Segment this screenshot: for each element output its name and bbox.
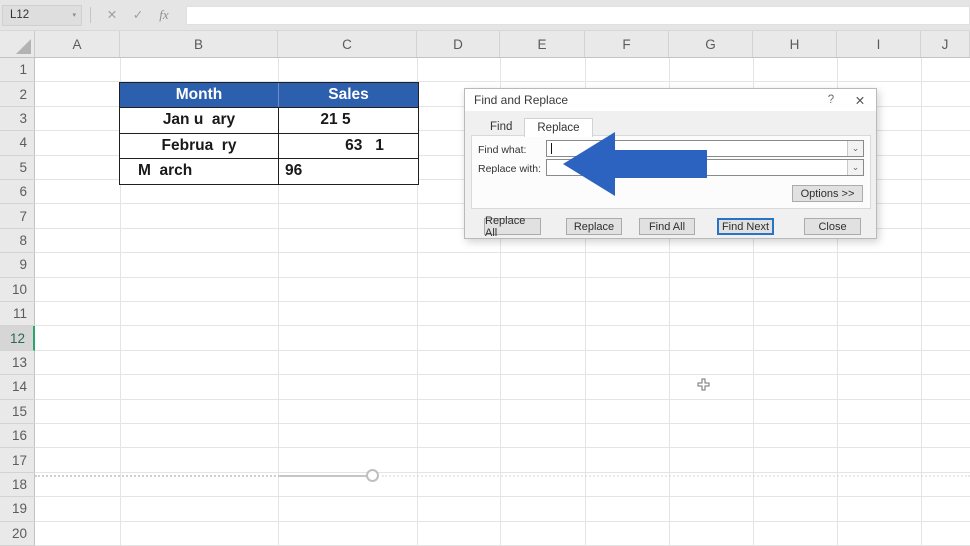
dialog-titlebar[interactable]: Find and Replace ? ✕ (465, 89, 876, 111)
formula-bar-divider (90, 7, 91, 23)
row-header-11[interactable]: 11 (0, 302, 35, 326)
gridline-horizontal (35, 252, 970, 253)
column-header-f[interactable]: F (585, 31, 669, 57)
row-header-18[interactable]: 18 (0, 473, 35, 497)
data-table: MonthSalesJan u ary21 5Februa ry63 1M ar… (119, 82, 419, 185)
gridline-horizontal (35, 521, 970, 522)
gridline-horizontal (35, 447, 970, 448)
formula-bar-row: L12 ▾ ✕ ✓ fx (0, 0, 970, 30)
row-header-8[interactable]: 8 (0, 229, 35, 253)
dialog-buttons-row: Replace All Replace Find All Find Next Close (465, 218, 876, 235)
replace-all-button[interactable]: Replace All (484, 218, 541, 235)
table-header-month[interactable]: Month (120, 83, 278, 107)
row-header-15[interactable]: 15 (0, 400, 35, 424)
tab-find[interactable]: Find (478, 118, 524, 136)
help-button[interactable]: ? (818, 94, 844, 106)
video-progress-remaining (382, 475, 970, 477)
row-header-16[interactable]: 16 (0, 424, 35, 448)
find-what-dropdown-icon[interactable]: ⌄ (847, 141, 863, 156)
text-caret (551, 143, 552, 154)
video-progress-played (35, 475, 280, 477)
table-row: Jan u ary21 5 (120, 107, 418, 132)
gridline-horizontal (35, 472, 970, 473)
gridline-horizontal (35, 301, 970, 302)
close-button[interactable]: Close (804, 218, 861, 235)
dialog-title: Find and Replace (474, 93, 568, 107)
row-header-2[interactable]: 2 (0, 82, 35, 106)
table-header-row: MonthSales (120, 83, 418, 107)
column-header-d[interactable]: D (417, 31, 500, 57)
column-header-a[interactable]: A (35, 31, 120, 57)
column-header-i[interactable]: I (837, 31, 921, 57)
enter-icon[interactable]: ✓ (125, 0, 151, 30)
annotation-arrow (553, 126, 713, 202)
row-header-12[interactable]: 12 (0, 326, 35, 350)
video-progress-handle[interactable] (366, 469, 379, 482)
column-header-e[interactable]: E (500, 31, 585, 57)
column-header-h[interactable]: H (753, 31, 837, 57)
column-headers: ABCDEFGHIJ (0, 30, 970, 58)
table-row: M arch96 (120, 158, 418, 183)
row-header-13[interactable]: 13 (0, 351, 35, 375)
row-header-5[interactable]: 5 (0, 156, 35, 180)
video-progress-buffered (280, 475, 367, 477)
replace-with-label: Replace with: (478, 163, 541, 175)
column-header-j[interactable]: J (921, 31, 970, 57)
gridline-horizontal (35, 496, 970, 497)
table-cell[interactable]: 21 5 (278, 108, 418, 132)
gridline-horizontal (35, 399, 970, 400)
table-cell[interactable]: M arch (120, 159, 278, 183)
replace-button[interactable]: Replace (566, 218, 622, 235)
select-all-button[interactable] (0, 31, 35, 57)
table-header-sales[interactable]: Sales (278, 83, 418, 107)
cancel-icon[interactable]: ✕ (99, 0, 125, 30)
row-header-9[interactable]: 9 (0, 253, 35, 277)
row-header-19[interactable]: 19 (0, 497, 35, 521)
find-all-button[interactable]: Find All (639, 218, 695, 235)
table-row: Februa ry63 1 (120, 133, 418, 158)
column-header-cells: ABCDEFGHIJ (35, 31, 970, 57)
row-header-6[interactable]: 6 (0, 180, 35, 204)
insert-function-icon[interactable]: fx (151, 0, 177, 30)
table-cell[interactable]: 63 1 (278, 134, 418, 158)
row-header-17[interactable]: 17 (0, 448, 35, 472)
gridline-horizontal (35, 325, 970, 326)
name-box-value: L12 (10, 9, 29, 21)
table-cell[interactable]: Februa ry (120, 134, 278, 158)
gridline-horizontal (35, 350, 970, 351)
formula-input[interactable] (186, 6, 970, 25)
find-what-label: Find what: (478, 144, 526, 156)
row-headers: 1234567891011121314151617181920 (0, 58, 35, 546)
gridline-vertical (921, 58, 922, 546)
excel-window: L12 ▾ ✕ ✓ fx ABCDEFGHIJ 1234567891011121… (0, 0, 970, 546)
column-header-c[interactable]: C (278, 31, 417, 57)
name-box[interactable]: L12 ▾ (2, 5, 82, 26)
table-cell[interactable]: 96 (278, 159, 418, 183)
row-header-20[interactable]: 20 (0, 522, 35, 546)
replace-with-dropdown-icon[interactable]: ⌄ (847, 160, 863, 175)
column-header-g[interactable]: G (669, 31, 753, 57)
gridline-horizontal (35, 277, 970, 278)
row-header-14[interactable]: 14 (0, 375, 35, 399)
row-header-7[interactable]: 7 (0, 204, 35, 228)
row-header-1[interactable]: 1 (0, 58, 35, 82)
select-all-triangle-icon (16, 39, 31, 54)
dialog-close-icon[interactable]: ✕ (844, 93, 876, 108)
table-cell[interactable]: Jan u ary (120, 108, 278, 132)
find-next-button[interactable]: Find Next (717, 218, 774, 235)
cell-cursor-icon (697, 378, 710, 391)
column-header-b[interactable]: B (120, 31, 278, 57)
gridline-horizontal (35, 374, 970, 375)
row-header-10[interactable]: 10 (0, 278, 35, 302)
name-box-dropdown-icon[interactable]: ▾ (72, 11, 76, 19)
gridline-horizontal (35, 423, 970, 424)
options-button[interactable]: Options >> (792, 185, 863, 202)
annotation-arrow-shape (563, 132, 707, 196)
row-header-3[interactable]: 3 (0, 107, 35, 131)
row-header-4[interactable]: 4 (0, 131, 35, 155)
